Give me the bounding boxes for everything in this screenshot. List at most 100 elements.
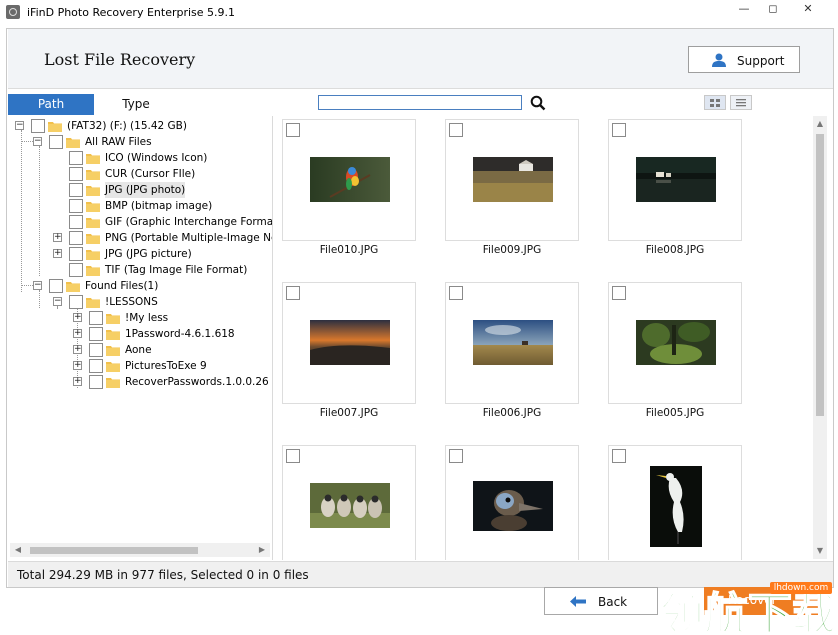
close-button[interactable]: ✕ <box>794 1 822 19</box>
thumbnail-card[interactable] <box>608 119 742 241</box>
scroll-right-icon[interactable]: ▶ <box>256 544 268 556</box>
thumbnail-name: File005.JPG <box>645 407 705 419</box>
tree-found-group[interactable]: − Found Files(1) <box>33 278 272 294</box>
thumbnail-checkbox[interactable] <box>449 449 463 463</box>
tree-raw-item[interactable]: + PNG (Portable Multiple-Image Ne <box>51 230 273 246</box>
tree-horizontal-scrollbar[interactable]: ◀ ▶ <box>10 543 270 557</box>
tree-lesson-item[interactable]: + Aone <box>71 342 271 358</box>
tree-drive[interactable]: − (FAT32) (F:) (15.42 GB) <box>15 118 272 134</box>
folder-icon <box>106 346 120 356</box>
thumbnail-checkbox[interactable] <box>286 123 300 137</box>
tree-raw-item[interactable]: TIF (Tag Image File Format) <box>51 262 272 278</box>
tree-item-checkbox[interactable] <box>69 215 83 229</box>
tree-item-checkbox[interactable] <box>69 199 83 213</box>
app-icon <box>6 5 20 19</box>
tree-item-checkbox[interactable] <box>69 183 83 197</box>
tree-lessons[interactable]: − !LESSONS <box>51 294 272 310</box>
search-icon[interactable] <box>530 95 546 111</box>
search-input[interactable] <box>318 95 522 110</box>
tree-lesson-item[interactable]: + PicturesToExe 9 <box>71 358 271 374</box>
thumbnail-checkbox[interactable] <box>449 286 463 300</box>
photo-thumbnail <box>636 157 716 202</box>
scroll-down-icon[interactable]: ▼ <box>814 545 826 557</box>
folder-icon <box>86 298 100 308</box>
watermark-text: 领航下载 <box>660 589 836 635</box>
lessons-checkbox[interactable] <box>69 295 83 309</box>
thumbnail-card[interactable] <box>608 282 742 404</box>
thumbnail-card[interactable] <box>282 282 416 404</box>
tree-item-label: RecoverPasswords.1.0.0.26 <box>125 376 269 388</box>
thumbnail-grid: File010.JPG File009.JPG File008.JPG File… <box>273 116 813 560</box>
scrollbar-thumb[interactable] <box>30 547 198 554</box>
folder-icon <box>86 186 100 196</box>
tree-lessons-label: !LESSONS <box>105 296 158 308</box>
minimize-button[interactable]: — <box>730 1 758 19</box>
scroll-left-icon[interactable]: ◀ <box>12 544 24 556</box>
restore-button[interactable]: ◻ <box>759 1 787 19</box>
photo-thumbnail <box>310 483 390 528</box>
tree-raw-item[interactable]: ICO (Windows Icon) <box>51 150 272 166</box>
page-title: Lost File Recovery <box>44 50 196 69</box>
list-view-icon[interactable] <box>730 95 752 110</box>
thumbnail-card[interactable] <box>445 119 579 241</box>
tree-item-label: PNG (Portable Multiple-Image Ne <box>105 232 273 244</box>
tree-item-checkbox[interactable] <box>69 231 83 245</box>
photo-thumbnail <box>650 466 702 547</box>
tree-item-checkbox[interactable] <box>69 151 83 165</box>
support-label: Support <box>737 54 785 68</box>
tree-item-checkbox[interactable] <box>89 359 103 373</box>
grid-view-icon[interactable] <box>704 95 726 110</box>
photo-thumbnail <box>473 157 553 202</box>
tree-raw-item[interactable]: GIF (Graphic Interchange Format <box>51 214 272 230</box>
watermark-url: lhdown.com <box>770 582 832 594</box>
tree-item-checkbox[interactable] <box>69 167 83 181</box>
support-button[interactable]: Support <box>688 46 800 73</box>
tree-item-label: 1Password-4.6.1.618 <box>125 328 235 340</box>
tree-item-checkbox[interactable] <box>89 311 103 325</box>
thumbnail-checkbox[interactable] <box>612 123 626 137</box>
thumbnail-card[interactable] <box>445 445 579 560</box>
tree-lesson-item[interactable]: + 1Password-4.6.1.618 <box>71 326 271 342</box>
found-group-checkbox[interactable] <box>49 279 63 293</box>
tab-path[interactable]: Path <box>8 94 94 115</box>
tree-raw-group-label: All RAW Files <box>85 136 152 148</box>
tree-item-label: Aone <box>125 344 152 356</box>
scroll-up-icon[interactable]: ▲ <box>814 118 826 130</box>
tree-raw-item[interactable]: + JPG (JPG picture) <box>51 246 272 262</box>
thumbnail-checkbox[interactable] <box>612 286 626 300</box>
thumbnail-card[interactable] <box>282 119 416 241</box>
tree-item-checkbox[interactable] <box>89 375 103 389</box>
thumbnail-card[interactable] <box>282 445 416 560</box>
thumbnail-card[interactable] <box>608 445 742 560</box>
tree-item-label: PicturesToExe 9 <box>125 360 207 372</box>
tree-raw-item[interactable]: JPG (JPG photo) <box>51 182 272 198</box>
folder-icon <box>48 122 62 132</box>
title-bar: iFinD Photo Recovery Enterprise 5.9.1 — … <box>0 0 838 28</box>
drive-checkbox[interactable] <box>31 119 45 133</box>
tree-item-checkbox[interactable] <box>69 247 83 261</box>
scrollbar-thumb[interactable] <box>816 134 824 416</box>
tree-item-checkbox[interactable] <box>69 263 83 277</box>
folder-icon <box>106 378 120 388</box>
tree-lesson-item[interactable]: + RecoverPasswords.1.0.0.26 <box>71 374 271 390</box>
tree-item-label: BMP (bitmap image) <box>105 200 213 212</box>
thumbnail-checkbox[interactable] <box>449 123 463 137</box>
tree-lesson-item[interactable]: + !My less <box>71 310 271 326</box>
user-icon <box>712 53 726 67</box>
thumbnail-checkbox[interactable] <box>612 449 626 463</box>
tree-raw-item[interactable]: BMP (bitmap image) <box>51 198 272 214</box>
tree-raw-item[interactable]: CUR (Cursor FIle) <box>51 166 272 182</box>
tree-raw-group[interactable]: − All RAW Files <box>33 134 272 150</box>
tree-item-label: !My less <box>125 312 169 324</box>
tree-item-checkbox[interactable] <box>89 343 103 357</box>
folder-tree: − (FAT32) (F:) (15.42 GB) − All RAW File… <box>9 116 273 560</box>
back-button[interactable]: Back <box>544 587 658 615</box>
raw-group-checkbox[interactable] <box>49 135 63 149</box>
tree-item-checkbox[interactable] <box>89 327 103 341</box>
thumbnail-name: File006.JPG <box>482 407 542 419</box>
thumbnail-card[interactable] <box>445 282 579 404</box>
thumbnail-checkbox[interactable] <box>286 449 300 463</box>
tab-type[interactable]: Type <box>104 94 168 115</box>
grid-vertical-scrollbar[interactable]: ▲ ▼ <box>813 116 827 559</box>
thumbnail-checkbox[interactable] <box>286 286 300 300</box>
